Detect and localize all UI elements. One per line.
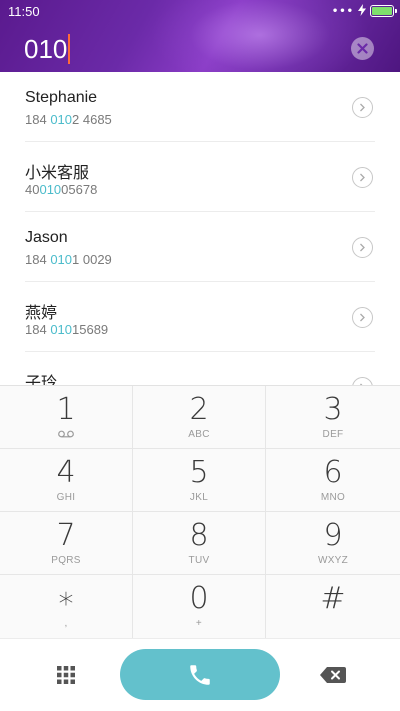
key-letters: DEF — [322, 429, 344, 440]
contact-detail-button[interactable] — [352, 97, 373, 118]
key-digit: 4 — [56, 455, 76, 490]
close-icon — [357, 43, 368, 54]
contact-detail-button[interactable] — [352, 237, 373, 258]
contact-row[interactable]: 小米客服 4001005678 — [25, 142, 375, 212]
key-digit: 1 — [56, 392, 76, 427]
contact-detail-button[interactable] — [352, 167, 373, 188]
number-match-highlight: 010 — [50, 252, 73, 267]
key-0[interactable]: 0 + — [133, 575, 266, 638]
number-match-highlight: 010 — [39, 182, 62, 197]
dialer-bottom-bar — [0, 638, 400, 711]
number-suffix: 2 4685 — [72, 112, 112, 127]
phone-icon — [190, 664, 210, 685]
contact-detail-button[interactable] — [352, 307, 373, 328]
contact-detail-button[interactable] — [352, 377, 373, 385]
contact-name: 小米客服 — [25, 165, 90, 182]
number-match-highlight: 010 — [50, 112, 73, 127]
key-digit: ∗ — [56, 581, 76, 616]
number-prefix: 184 — [25, 322, 51, 337]
battery-icon — [370, 5, 397, 17]
key-2[interactable]: 2 ABC — [133, 386, 266, 449]
key-digit: 7 — [56, 518, 76, 553]
number-suffix: 15689 — [72, 322, 109, 337]
contact-number: 184 0102 4685 — [25, 112, 112, 127]
contact-number: 184 01015689 — [25, 322, 108, 337]
number-suffix: 1 0029 — [72, 252, 112, 267]
key-letters: , — [64, 618, 68, 629]
key-letters: PQRS — [51, 555, 81, 566]
contact-suggestions-list: Stephanie 184 0102 4685 小米客服 4001005678 … — [0, 72, 400, 385]
key-letters: MNO — [320, 492, 346, 503]
key-letters: GHI — [56, 492, 76, 503]
key-5[interactable]: 5 JKL — [133, 449, 266, 512]
battery-fill — [372, 7, 392, 15]
key-letters: + — [195, 618, 203, 629]
key-letters: ABC — [188, 429, 210, 440]
keypad-toggle-button[interactable] — [56, 665, 76, 685]
charging-bolt-icon — [358, 3, 366, 19]
backspace-icon — [320, 667, 346, 683]
contact-name: 燕婷 — [25, 305, 58, 322]
contact-row[interactable]: 燕婷 184 01015689 — [25, 282, 375, 352]
key-6[interactable]: 6 MNO — [266, 449, 400, 512]
key-digit: 8 — [189, 518, 209, 553]
status-bar: 11:50 ••• — [0, 0, 400, 22]
number-match-highlight: 010 — [50, 322, 73, 337]
voicemail-icon — [58, 430, 74, 441]
dialer-header: 11:50 ••• 010 — [0, 0, 400, 72]
chevron-right-icon — [360, 243, 365, 252]
call-button[interactable] — [120, 649, 280, 700]
contact-name: 子玲 — [25, 375, 58, 385]
contact-number: 184 0101 0029 — [25, 252, 112, 267]
key-letters: TUV — [188, 555, 210, 566]
key-7[interactable]: 7 PQRS — [0, 512, 133, 575]
signal-dots-icon: ••• — [331, 5, 354, 17]
chevron-right-icon — [360, 103, 365, 112]
number-prefix: 184 — [25, 252, 51, 267]
dial-number-input[interactable]: 010 — [24, 32, 71, 66]
key-digit: # — [320, 581, 346, 616]
contact-name: Stephanie — [25, 89, 98, 106]
grid-icon — [57, 666, 75, 684]
status-icons: ••• — [331, 3, 397, 19]
backspace-button[interactable] — [320, 667, 346, 683]
contact-row[interactable]: Jason 184 0101 0029 — [25, 212, 375, 282]
key-8[interactable]: 8 TUV — [133, 512, 266, 575]
key-letters: WXYZ — [317, 555, 349, 566]
key-digit: 6 — [323, 455, 343, 490]
contact-row[interactable]: Stephanie 184 0102 4685 — [25, 72, 375, 142]
text-cursor — [68, 34, 71, 64]
contact-row[interactable]: 子玲 — [25, 352, 375, 385]
dial-keypad: 1 2 ABC 3 DEF 4 GHI 5 JKL 6 MNO 7 PQRS 8… — [0, 385, 400, 638]
key-digit: 3 — [323, 392, 343, 427]
key-star[interactable]: ∗ , — [0, 575, 133, 638]
number-suffix: 05678 — [61, 182, 98, 197]
chevron-right-icon — [360, 313, 365, 322]
key-digit: 0 — [189, 581, 209, 616]
key-digit: 5 — [189, 455, 209, 490]
key-digit: 9 — [323, 518, 343, 553]
key-hash[interactable]: # — [266, 575, 400, 638]
key-9[interactable]: 9 WXYZ — [266, 512, 400, 575]
clear-input-button[interactable] — [351, 37, 374, 60]
dial-number-text: 010 — [24, 33, 68, 64]
chevron-right-icon — [360, 173, 365, 182]
number-prefix: 40 — [25, 182, 40, 197]
number-prefix: 184 — [25, 112, 51, 127]
key-1[interactable]: 1 — [0, 386, 133, 449]
contact-number: 4001005678 — [25, 182, 97, 197]
key-letters: JKL — [189, 492, 209, 503]
key-digit: 2 — [189, 392, 209, 427]
key-4[interactable]: 4 GHI — [0, 449, 133, 512]
status-time: 11:50 — [8, 4, 40, 19]
key-3[interactable]: 3 DEF — [266, 386, 400, 449]
contact-name: Jason — [25, 229, 68, 246]
